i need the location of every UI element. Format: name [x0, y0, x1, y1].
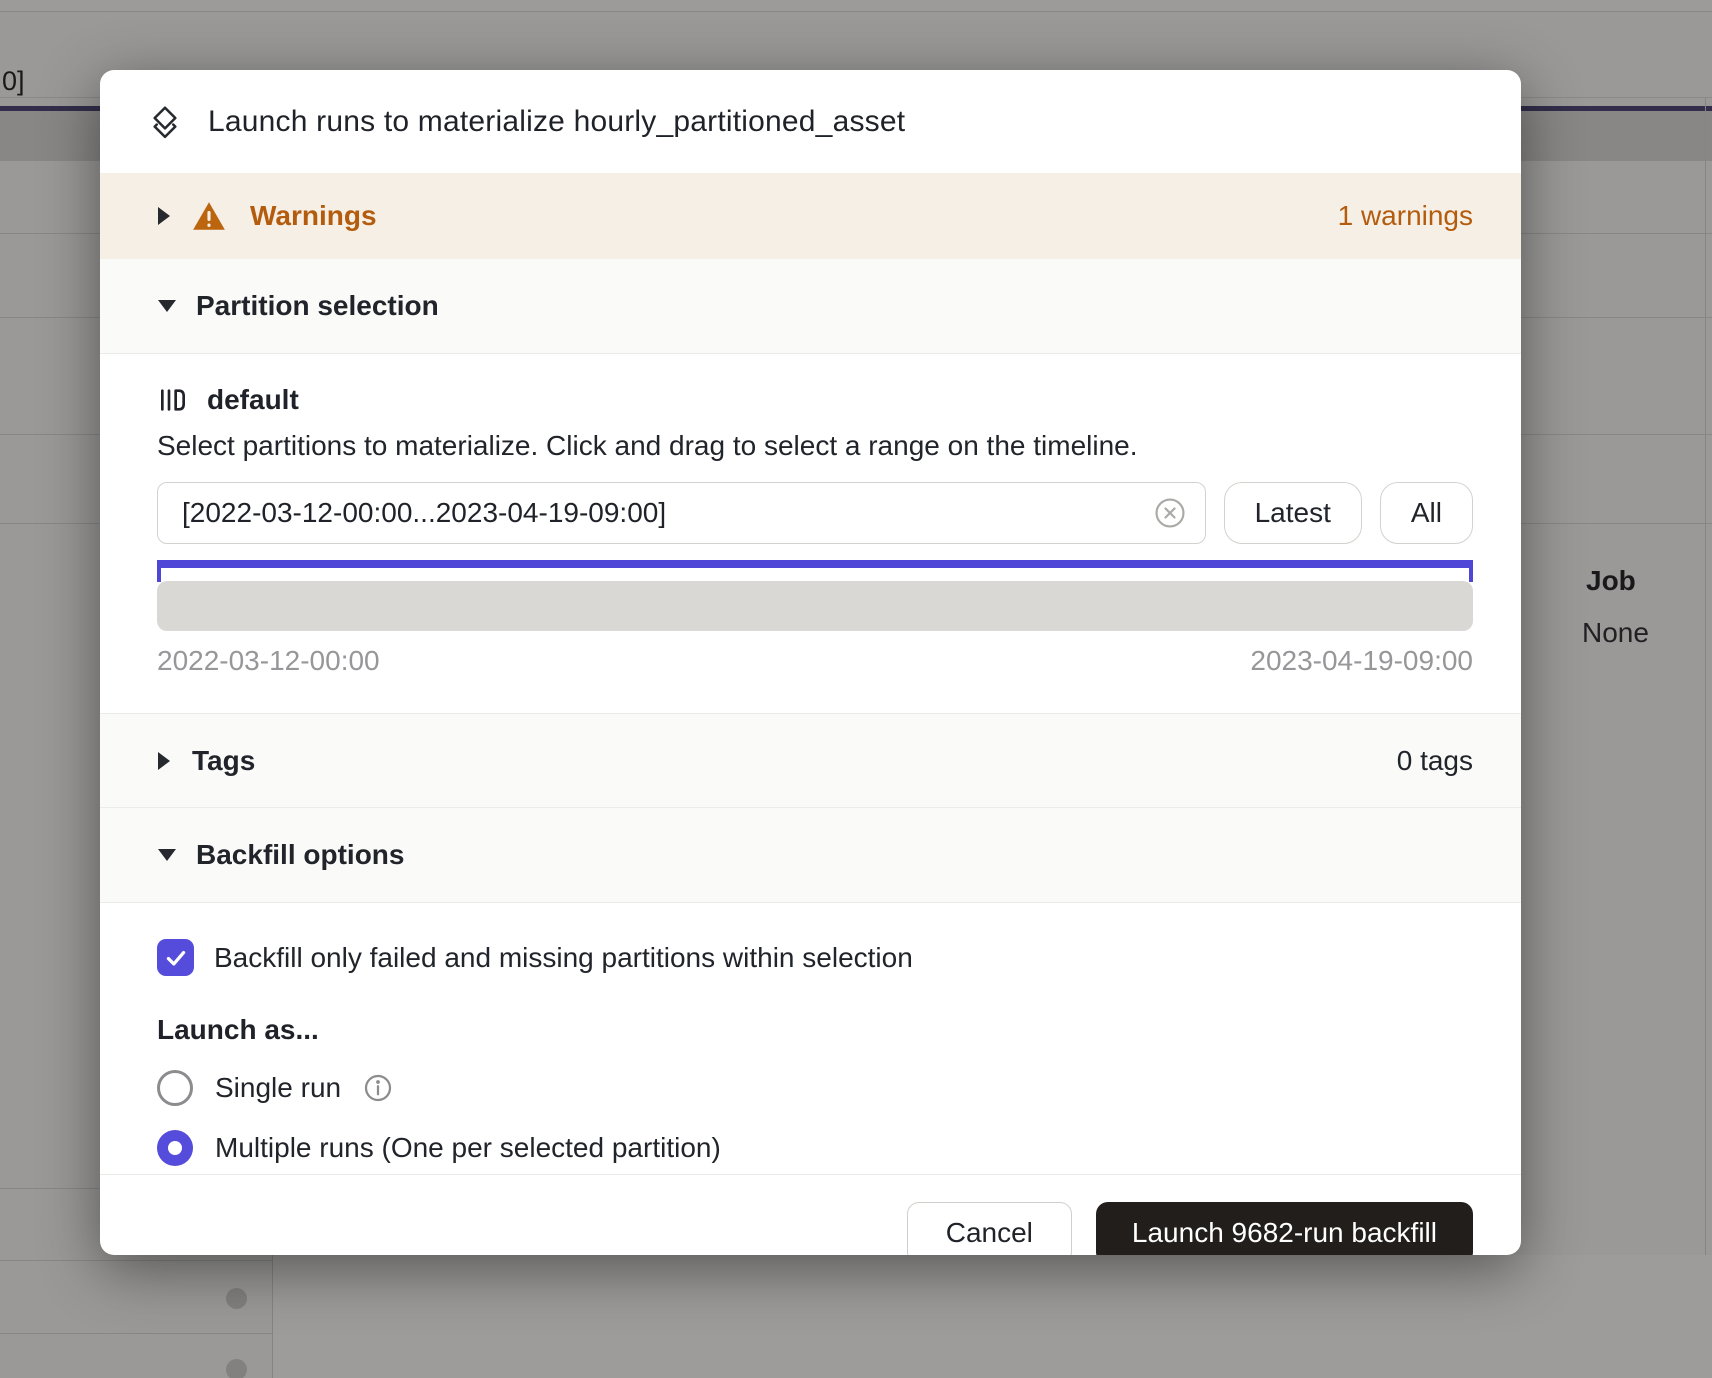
- info-circle-icon[interactable]: [363, 1073, 393, 1103]
- latest-button[interactable]: Latest: [1224, 482, 1362, 544]
- backfill-only-failed-label: Backfill only failed and missing partiti…: [214, 942, 913, 974]
- radio-selected-icon[interactable]: [157, 1130, 193, 1166]
- timeline-track[interactable]: [157, 581, 1473, 631]
- partition-help-text: Select partitions to materialize. Click …: [157, 430, 1473, 462]
- partition-range-field[interactable]: [157, 482, 1206, 544]
- multiple-runs-label: Multiple runs (One per selected partitio…: [215, 1132, 721, 1164]
- launch-backfill-dialog: Launch runs to materialize hourly_partit…: [100, 70, 1521, 1255]
- partition-input-row: Latest All: [157, 482, 1473, 544]
- asset-layers-diamond-icon: [146, 103, 184, 141]
- checkbox-checked-icon[interactable]: [157, 939, 194, 976]
- backfill-options-header: Backfill options: [196, 839, 404, 871]
- partition-selection-toggle[interactable]: Partition selection: [100, 259, 1521, 354]
- partition-dimension-row: default: [157, 384, 1473, 416]
- launch-as-label: Launch as...: [157, 1014, 1473, 1046]
- warnings-label: Warnings: [250, 200, 377, 232]
- backfill-only-failed-checkbox-row[interactable]: Backfill only failed and missing partiti…: [157, 939, 1473, 976]
- chevron-right-icon: [158, 752, 170, 770]
- tags-count: 0 tags: [1397, 745, 1473, 777]
- single-run-radio-row[interactable]: Single run: [157, 1070, 1473, 1106]
- dialog-title: Launch runs to materialize hourly_partit…: [208, 105, 905, 139]
- timeline-end-label: 2023-04-19-09:00: [1250, 645, 1473, 677]
- partition-selection-body: default Select partitions to materialize…: [100, 354, 1521, 713]
- chevron-down-icon: [158, 849, 176, 861]
- chevron-right-icon: [158, 207, 170, 225]
- x-circle-icon[interactable]: [1153, 496, 1187, 530]
- launch-backfill-button[interactable]: Launch 9682-run backfill: [1096, 1202, 1473, 1255]
- warning-triangle-icon: [192, 201, 226, 231]
- timeline-selection-bar[interactable]: [157, 560, 1473, 568]
- warnings-section-toggle[interactable]: Warnings 1 warnings: [100, 173, 1521, 259]
- warnings-count: 1 warnings: [1338, 200, 1473, 232]
- single-run-label: Single run: [215, 1072, 341, 1104]
- backfill-options-body: Backfill only failed and missing partiti…: [100, 903, 1521, 1174]
- cancel-button[interactable]: Cancel: [907, 1202, 1072, 1255]
- partition-selection-header: Partition selection: [196, 290, 439, 322]
- tags-section-toggle[interactable]: Tags 0 tags: [100, 713, 1521, 808]
- partition-dimension-name: default: [207, 384, 299, 416]
- partition-bars-icon: [157, 384, 189, 416]
- screen: 0] Job None Launch runs to materiali: [0, 0, 1712, 1378]
- all-button[interactable]: All: [1380, 482, 1473, 544]
- radio-unselected-icon[interactable]: [157, 1070, 193, 1106]
- tags-header: Tags: [192, 745, 255, 777]
- multiple-runs-radio-row[interactable]: Multiple runs (One per selected partitio…: [157, 1130, 1473, 1166]
- partition-timeline[interactable]: 2022-03-12-00:00 2023-04-19-09:00: [157, 560, 1473, 677]
- dialog-header: Launch runs to materialize hourly_partit…: [100, 70, 1521, 173]
- timeline-start-label: 2022-03-12-00:00: [157, 645, 380, 677]
- chevron-down-icon: [158, 300, 176, 312]
- dialog-footer: Cancel Launch 9682-run backfill: [100, 1174, 1521, 1255]
- timeline-labels: 2022-03-12-00:00 2023-04-19-09:00: [157, 645, 1473, 677]
- backfill-options-toggle[interactable]: Backfill options: [100, 808, 1521, 903]
- partition-range-input[interactable]: [182, 497, 1153, 529]
